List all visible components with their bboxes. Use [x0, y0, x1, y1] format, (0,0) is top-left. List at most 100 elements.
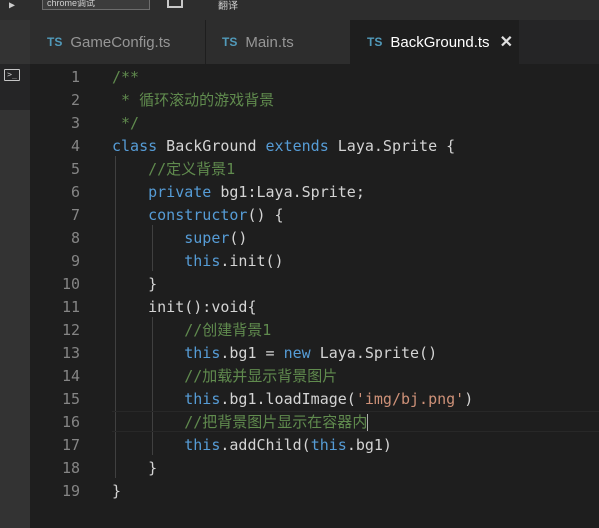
code-token: Laya.Sprite {: [328, 137, 456, 155]
comment-token: * 循环滚动的游戏背景: [112, 91, 275, 109]
code-token: () {: [247, 206, 284, 224]
editor-tab-bar: TS GameConfig.ts TS Main.ts TS BackGroun…: [30, 20, 599, 64]
code-token: ): [464, 390, 474, 408]
code-line[interactable]: 6 private bg1:Laya.Sprite;: [30, 181, 599, 204]
line-number: 7: [70, 206, 80, 224]
comment-token: //加载并显示背景图片: [184, 367, 338, 385]
code-line[interactable]: 8 super(): [30, 227, 599, 250]
text-cursor: [367, 414, 369, 431]
code-text: super(): [112, 227, 247, 250]
code-text: //创建背景1: [112, 319, 271, 342]
string-token: 'img/bj.png': [355, 390, 465, 408]
keyword-token: constructor: [148, 206, 248, 224]
comment-token: //定义背景1: [148, 160, 236, 178]
code-line[interactable]: 10 }: [30, 273, 599, 296]
code-line[interactable]: 3 */: [30, 112, 599, 135]
code-token: .init(): [220, 252, 284, 270]
code-text: //把背景图片显示在容器内: [112, 411, 369, 434]
panel-toggle-icon[interactable]: [167, 0, 183, 8]
keyword-token: this: [184, 344, 221, 362]
code-line[interactable]: 12 //创建背景1: [30, 319, 599, 342]
code-text: * 循环滚动的游戏背景: [112, 89, 274, 112]
code-token: .addChild(: [220, 436, 311, 454]
code-token: }: [112, 275, 158, 293]
terminal-icon: >_: [4, 69, 20, 81]
code-token: .bg1 =: [220, 344, 284, 362]
tab-label: BackGround.ts: [390, 33, 490, 51]
tab-label: Main.ts: [245, 33, 294, 51]
code-text: private bg1:Laya.Sprite;: [112, 181, 365, 204]
code-line[interactable]: 14 //加载并显示背景图片: [30, 365, 599, 388]
code-text: }: [112, 480, 121, 503]
tab-background[interactable]: TS BackGround.ts ✕: [351, 20, 519, 64]
close-icon[interactable]: ✕: [500, 32, 513, 52]
code-line[interactable]: 19}: [30, 480, 599, 503]
activity-bar: >_: [0, 20, 30, 528]
code-editor[interactable]: 1/** 2 * 循环滚动的游戏背景 3 */ 4 class BackGround e…: [30, 64, 599, 528]
line-number: 13: [61, 344, 80, 362]
code-line[interactable]: 17 this.addChild(this.bg1): [30, 434, 599, 457]
code-token: Laya.Sprite(): [310, 344, 438, 362]
keyword-token: super: [184, 229, 230, 247]
line-number: 11: [61, 298, 80, 316]
code-text: this.init(): [112, 250, 284, 273]
line-number: 10: [61, 275, 80, 293]
code-line[interactable]: 18 }: [30, 457, 599, 480]
code-line[interactable]: 7 constructor() {: [30, 204, 599, 227]
line-number: 12: [61, 321, 80, 339]
code-token: .bg1.loadImage(: [220, 390, 356, 408]
code-line[interactable]: 16 //把背景图片显示在容器内: [30, 411, 599, 434]
comment-token: */: [112, 114, 140, 132]
code-line[interactable]: 11 init():void{: [30, 296, 599, 319]
code-line[interactable]: 2 * 循环滚动的游戏背景: [30, 89, 599, 112]
code-token: }: [112, 459, 158, 477]
code-text: /**: [112, 66, 139, 89]
top-toolbar: ▶ chrome调试 翻译: [0, 0, 599, 20]
code-line[interactable]: 15 this.bg1.loadImage('img/bj.png'): [30, 388, 599, 411]
code-line[interactable]: 1 /**: [30, 66, 599, 89]
code-token: bg1:Laya.Sprite;: [211, 183, 365, 201]
code-line[interactable]: 4 class BackGround extends Laya.Sprite {: [30, 135, 599, 158]
code-token: init():void{: [112, 298, 257, 316]
code-text: */: [112, 112, 139, 135]
typescript-icon: TS: [47, 35, 63, 49]
comment-token: //创建背景1: [184, 321, 272, 339]
comment-token: /**: [112, 68, 140, 86]
play-icon[interactable]: ▶: [9, 0, 15, 11]
code-line[interactable]: 13 this.bg1 = new Laya.Sprite(): [30, 342, 599, 365]
keyword-token: this: [184, 436, 221, 454]
code-token: BackGround: [157, 137, 266, 155]
line-number: 19: [61, 482, 80, 500]
code-text: }: [112, 457, 157, 480]
keyword-token: new: [283, 344, 311, 362]
line-number: 14: [61, 367, 80, 385]
code-line[interactable]: 5 //定义背景1: [30, 158, 599, 181]
code-text: this.bg1.loadImage('img/bj.png'): [112, 388, 473, 411]
typescript-icon: TS: [367, 35, 383, 49]
line-number: 16: [61, 413, 80, 431]
keyword-token: class: [112, 137, 158, 155]
code-line[interactable]: 9 this.init(): [30, 250, 599, 273]
code-text: }: [112, 273, 157, 296]
code-text: this.bg1 = new Laya.Sprite(): [112, 342, 437, 365]
code-text: //定义背景1: [112, 158, 235, 181]
debug-config-select[interactable]: chrome调试: [42, 0, 150, 10]
activity-item-terminal[interactable]: >_: [0, 64, 30, 110]
code-text: constructor() {: [112, 204, 284, 227]
line-number: 18: [61, 459, 80, 477]
code-text: class BackGround extends Laya.Sprite {: [112, 135, 455, 158]
tab-main[interactable]: TS Main.ts: [206, 20, 351, 64]
tab-gameconfig[interactable]: TS GameConfig.ts: [30, 20, 206, 64]
line-number: 8: [70, 229, 80, 247]
line-number: 4: [70, 137, 80, 155]
toolbar-label[interactable]: 翻译: [218, 0, 238, 12]
